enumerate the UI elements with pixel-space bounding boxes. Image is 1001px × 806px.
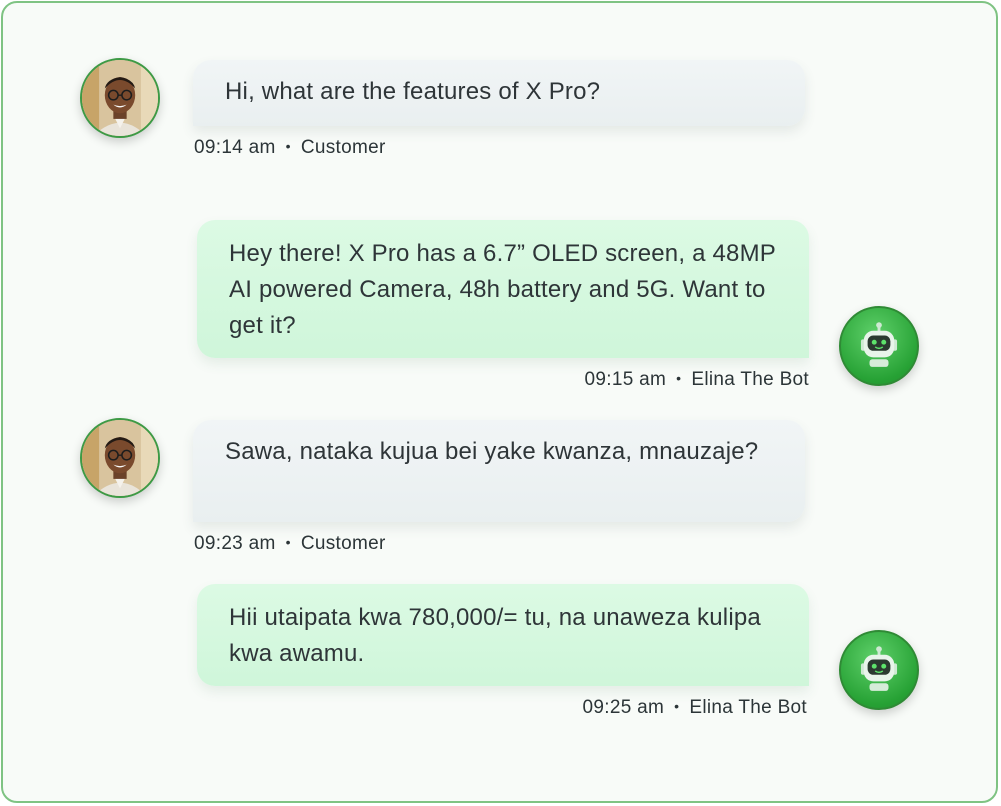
bot-message-bubble: Hii utaipata kwa 780,000/= tu, na unawez…: [197, 584, 809, 686]
message-time: 09:15 am: [584, 369, 667, 390]
meta-separator: •: [285, 138, 291, 154]
meta-separator: •: [676, 370, 682, 386]
message-author: Customer: [300, 533, 386, 554]
message-meta: 09:23 am • Customer: [194, 533, 386, 555]
robot-icon: [839, 630, 919, 710]
message-text: Hi, what are the features of X Pro?: [225, 78, 601, 105]
robot-icon: [839, 306, 919, 386]
message-author: Customer: [300, 137, 386, 158]
message-author: Elina The Bot: [689, 697, 807, 718]
meta-separator: •: [285, 534, 291, 550]
message-time: 09:14 am: [194, 137, 276, 158]
message-time: 09:25 am: [582, 697, 665, 718]
message-time: 09:23 am: [194, 533, 276, 554]
customer-avatar-icon: [80, 58, 160, 138]
customer-avatar-icon: [80, 418, 160, 498]
customer-message-bubble: Sawa, nataka kujua bei yake kwanza, mnau…: [193, 420, 805, 522]
bot-message-bubble: Hey there! X Pro has a 6.7” OLED screen,…: [197, 220, 809, 358]
message-meta: 09:15 am • Elina The Bot: [585, 369, 809, 391]
message-text: Hey there! X Pro has a 6.7” OLED screen,…: [229, 240, 776, 339]
message-meta: 09:14 am • Customer: [194, 137, 386, 159]
meta-separator: •: [674, 698, 680, 714]
customer-message-bubble: Hi, what are the features of X Pro?: [193, 60, 805, 126]
message-author: Elina The Bot: [691, 369, 809, 390]
message-text: Sawa, nataka kujua bei yake kwanza, mnau…: [225, 438, 759, 465]
message-meta: 09:25 am • Elina The Bot: [583, 697, 807, 719]
message-text: Hii utaipata kwa 780,000/= tu, na unawez…: [229, 604, 761, 667]
